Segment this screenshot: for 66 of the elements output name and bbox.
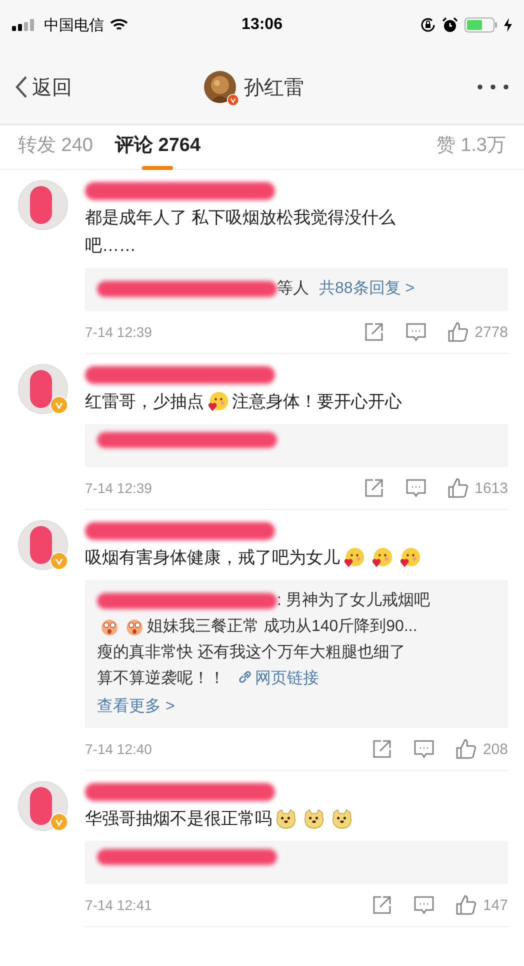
- comment-icon[interactable]: [412, 738, 435, 760]
- redacted-avatar[interactable]: [18, 520, 68, 570]
- shocked-face-icon: [100, 618, 119, 636]
- emoji-icon: [371, 547, 393, 569]
- comment-time: 7-14 12:40: [85, 741, 153, 757]
- comment-text: 华强哥抽烟不是很正常吗: [85, 808, 272, 830]
- like-count: 208: [482, 740, 508, 758]
- comment-text: 吧……: [85, 235, 136, 257]
- reply-preview[interactable]: [85, 424, 508, 467]
- like-count: 147: [482, 896, 508, 914]
- clock-time: 13:06: [242, 16, 282, 34]
- share-icon[interactable]: [370, 894, 393, 916]
- like-icon[interactable]: [454, 894, 477, 916]
- page-title: 孙红雷: [244, 76, 304, 100]
- shocked-face-icon: [125, 618, 144, 636]
- tab[interactable]: 转发 240: [18, 124, 93, 170]
- share-icon[interactable]: [362, 321, 385, 343]
- share-icon[interactable]: [370, 738, 393, 760]
- comment-text: 红雷哥，少抽点: [85, 391, 204, 413]
- reply-preview[interactable]: 等人 共88条回复 >: [85, 268, 508, 311]
- wifi-icon: [110, 18, 128, 32]
- comment-text: 都是成年人了 私下吸烟放松我觉得没什么: [85, 207, 396, 229]
- comment-time: 7-14 12:39: [85, 324, 153, 340]
- rotation-lock-icon: [420, 17, 436, 33]
- redacted-avatar[interactable]: [18, 180, 68, 230]
- alarm-icon: [442, 17, 458, 33]
- link-icon: [237, 669, 253, 685]
- emoji-icon: [343, 547, 365, 569]
- charging-icon: [504, 18, 512, 32]
- tab[interactable]: 赞 1.3万: [436, 124, 506, 170]
- like-icon[interactable]: [454, 738, 477, 760]
- carrier-name: 中国电信: [44, 16, 104, 34]
- comment-text: 算不算逆袭呢！！: [97, 668, 225, 689]
- emoji-icon: [207, 391, 229, 413]
- back-button[interactable]: 返回: [14, 74, 72, 100]
- emoji-icon: [399, 547, 421, 569]
- dog-face-icon: [331, 808, 353, 830]
- dog-face-icon: [303, 808, 325, 830]
- see-more-link[interactable]: 查看更多 >: [97, 694, 496, 720]
- more-icon[interactable]: [476, 83, 510, 91]
- comment-icon[interactable]: [404, 477, 427, 499]
- comment-text: : 男神为了女儿戒烟吧: [277, 590, 430, 611]
- like-count: 1613: [474, 480, 508, 496]
- battery-icon: [464, 17, 498, 33]
- like-count: 2778: [474, 324, 508, 340]
- like-icon[interactable]: [446, 477, 469, 499]
- reply-preview[interactable]: : 男神为了女儿戒烟吧 姐妹我三餐正常 成功从140斤降到90... 瘦的真非常快 还有我这个万年大粗腿也细了 算不算逆袭呢！！ 网页链接 查看更多 >: [85, 580, 508, 728]
- comment-text: 吸烟有害身体健康，戒了吧为女儿: [85, 547, 340, 569]
- comment-text: 瘦的真非常快 还有我这个万年大粗腿也细了: [97, 642, 406, 663]
- comment-icon[interactable]: [412, 894, 435, 916]
- share-icon[interactable]: [362, 477, 385, 499]
- comment-text: 等人: [277, 279, 309, 299]
- web-link[interactable]: 网页链接: [237, 666, 319, 692]
- redacted-avatar[interactable]: [18, 364, 68, 414]
- replies-link[interactable]: 共88条回复 >: [319, 276, 415, 302]
- reply-preview[interactable]: [85, 841, 508, 884]
- tab[interactable]: 评论 2764: [114, 124, 201, 170]
- redacted-avatar[interactable]: [18, 781, 68, 831]
- back-icon: [14, 75, 28, 99]
- comment-icon[interactable]: [404, 321, 427, 343]
- comment-time: 7-14 12:41: [85, 897, 153, 913]
- comment-text: 注意身体！要开心开心: [232, 391, 402, 413]
- comment-text: 姐妹我三餐正常 成功从140斤降到90...: [147, 616, 418, 637]
- like-icon[interactable]: [446, 321, 469, 343]
- dog-face-icon: [275, 808, 297, 830]
- comment-time: 7-14 12:39: [85, 480, 153, 496]
